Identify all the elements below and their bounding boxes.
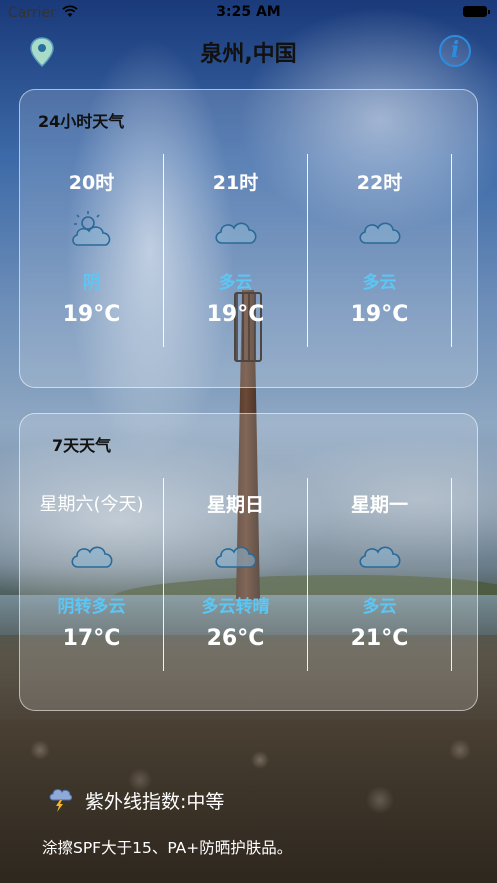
battery-icon (463, 6, 490, 17)
hourly-temperature: 19°C (206, 302, 265, 327)
daily-condition: 阴转多云 (57, 597, 126, 617)
daily-item: 星期日 多云转晴 26°C (164, 478, 308, 671)
storm-icon (49, 789, 72, 812)
uv-advice-text: 涂擦SPF大于15、PA+防晒护肤品。 (42, 839, 293, 857)
navigation-bar: 泉州,中国 i (0, 26, 497, 76)
hourly-item: 21时 多云 19°C (164, 154, 308, 347)
hourly-temperature: 19°C (62, 302, 121, 327)
daily-temperature: 21°C (350, 626, 409, 651)
status-time: 3:25 AM (216, 4, 281, 20)
hourly-forecast-title: 24小时天气 (38, 112, 125, 131)
hourly-time: 20时 (68, 172, 115, 194)
hourly-temperature: 19°C (350, 302, 409, 327)
cloud-icon (215, 222, 257, 244)
hourly-forecast-card: 24小时天气 20时 阴 19°C 21时 多云 19°C 22时 多云 19°… (19, 89, 478, 388)
daily-condition: 多云 (362, 597, 397, 617)
daily-temperature: 17°C (62, 626, 121, 651)
daily-item: 星期六(今天) 阴转多云 17°C (20, 478, 164, 671)
hourly-forecast-list: 20时 阴 19°C 21时 多云 19°C 22时 多云 19°C (20, 154, 452, 347)
daily-temperature: 26°C (206, 626, 265, 651)
daily-forecast-title: 7天天气 (52, 436, 112, 455)
hourly-item: 22时 多云 19°C (308, 154, 452, 347)
daily-day: 星期六(今天) (39, 494, 144, 515)
daily-forecast-card: 7天天气 星期六(今天) 阴转多云 17°C 星期日 多云转晴 26°C 星期一… (19, 413, 478, 711)
page-title: 泉州,中国 (200, 42, 297, 67)
daily-item: 星期一 多云 21°C (308, 478, 452, 671)
hourly-time: 22时 (356, 172, 403, 194)
hourly-condition: 多云 (362, 273, 397, 293)
status-bar: Carrier 3:25 AM (0, 0, 497, 26)
hourly-item: 20时 阴 19°C (20, 154, 164, 347)
hourly-condition: 阴 (83, 273, 100, 293)
uv-index-row: 紫外线指数:中等 (48, 785, 488, 815)
daily-day: 星期一 (350, 494, 408, 516)
hourly-condition: 多云 (218, 273, 253, 293)
daily-day: 星期日 (206, 494, 264, 516)
cloud-icon (359, 546, 401, 568)
cloud-icon (215, 546, 257, 568)
info-button[interactable]: i (439, 35, 471, 67)
cloud-icon (359, 222, 401, 244)
partly-cloudy-sun-icon (72, 211, 111, 246)
cloud-icon (71, 546, 113, 568)
daily-condition: 多云转晴 (201, 597, 270, 617)
uv-index-label: 紫外线指数:中等 (85, 791, 225, 813)
daily-forecast-list: 星期六(今天) 阴转多云 17°C 星期日 多云转晴 26°C 星期一 多云 2… (20, 478, 452, 671)
hourly-time: 21时 (212, 172, 259, 194)
